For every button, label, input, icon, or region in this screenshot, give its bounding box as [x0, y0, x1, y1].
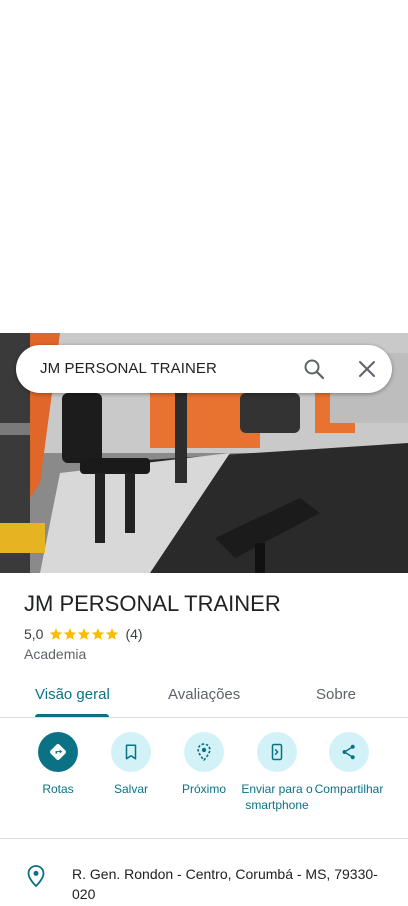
- rating-stars: [49, 627, 119, 641]
- save-button-circle: [111, 732, 151, 772]
- close-icon[interactable]: [355, 357, 379, 381]
- share-button-circle: [329, 732, 369, 772]
- search-icon[interactable]: [302, 357, 326, 381]
- save-label: Salvar: [113, 782, 148, 796]
- star-icon: [92, 628, 105, 640]
- send-to-phone-button-circle: [257, 732, 297, 772]
- nearby-button-circle: [184, 732, 224, 772]
- address-text: R. Gen. Rondon - Centro, Corumbá - MS, 7…: [72, 866, 378, 902]
- star-icon: [78, 628, 91, 640]
- active-tab-indicator: [35, 714, 109, 717]
- directions-button[interactable]: Rotas: [20, 732, 96, 797]
- nearby-icon: [197, 743, 211, 762]
- save-button[interactable]: Salvar: [93, 732, 169, 797]
- place-category: Academia: [24, 646, 87, 662]
- bookmark-icon: [125, 744, 137, 760]
- tab-reviews[interactable]: Avaliações: [168, 686, 240, 703]
- action-buttons: Rotas Salvar Próximo Enviar para o smart…: [0, 732, 408, 838]
- search-bar[interactable]: JM PERSONAL TRAINER: [16, 345, 392, 393]
- directions-icon: [50, 744, 66, 760]
- rating-summary[interactable]: 5,0 (4): [24, 625, 143, 643]
- send-to-phone-button[interactable]: Enviar para o smartphone: [239, 732, 315, 813]
- location-pin-icon: [27, 865, 45, 888]
- nearby-button[interactable]: Próximo: [166, 732, 242, 797]
- search-input[interactable]: JM PERSONAL TRAINER: [40, 360, 217, 377]
- nearby-label: Próximo: [181, 782, 226, 796]
- rating-value: 5,0: [24, 626, 44, 642]
- send-to-phone-label: Enviar para o smartphone: [241, 782, 313, 812]
- share-label: Compartilhar: [314, 782, 384, 796]
- tab-about[interactable]: Sobre: [316, 686, 356, 703]
- tab-overview[interactable]: Visão geral: [35, 686, 110, 703]
- place-tabs: Visão geral Avaliações Sobre: [0, 676, 408, 718]
- send-to-phone-icon: [271, 743, 283, 761]
- share-icon: [342, 744, 355, 760]
- star-icon: [50, 628, 63, 640]
- share-button[interactable]: Compartilhar: [311, 732, 387, 797]
- directions-button-circle: [38, 732, 78, 772]
- map-area[interactable]: [0, 0, 408, 333]
- star-icon: [106, 628, 119, 640]
- directions-label: Rotas: [42, 782, 74, 796]
- review-count: (4): [125, 626, 143, 642]
- place-title: JM PERSONAL TRAINER: [24, 591, 281, 616]
- star-icon: [64, 628, 77, 640]
- section-divider: [0, 838, 408, 839]
